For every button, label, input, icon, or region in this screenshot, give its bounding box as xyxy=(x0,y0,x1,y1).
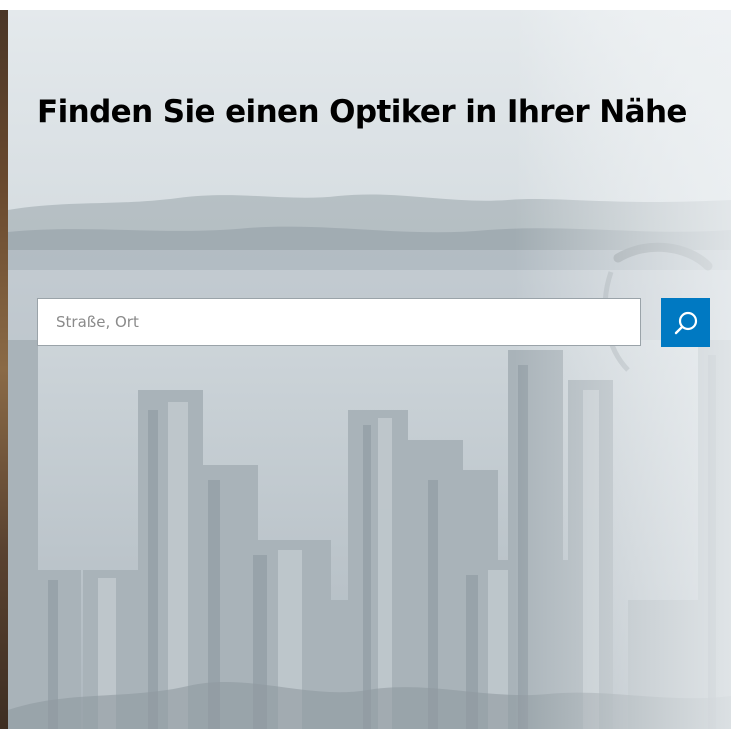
page-title: Finden Sie einen Optiker in Ihrer Nähe xyxy=(37,94,687,130)
background-edge-strip xyxy=(0,10,8,729)
search-icon xyxy=(674,311,697,334)
hero-banner: Finden Sie einen Optiker in Ihrer Nähe xyxy=(0,10,731,729)
search-button[interactable] xyxy=(661,298,710,347)
search-input[interactable] xyxy=(37,298,641,346)
